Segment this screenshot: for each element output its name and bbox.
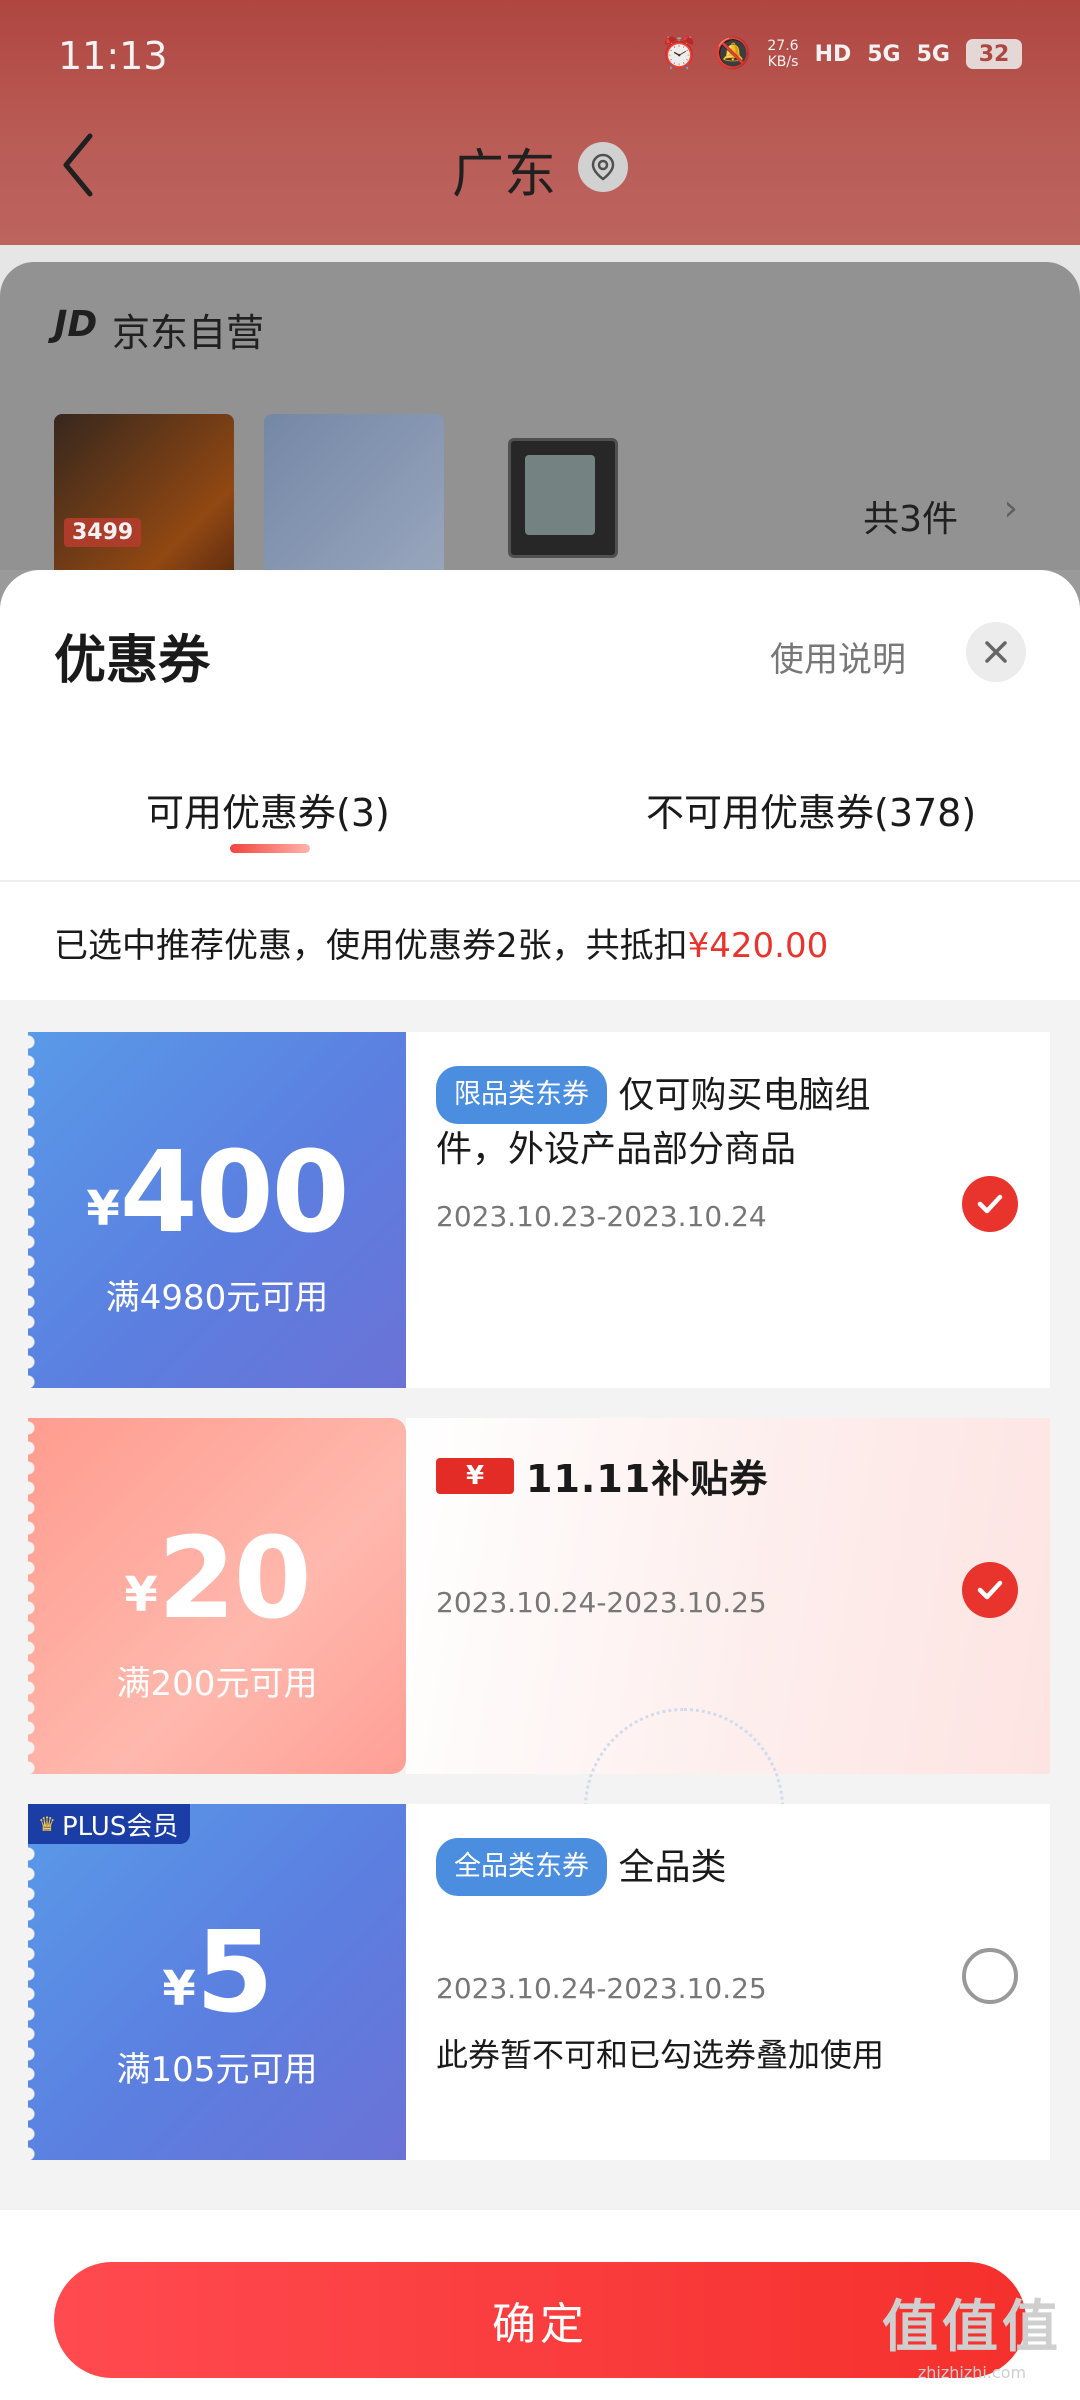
amount-value: 5 xyxy=(195,1908,274,2038)
chevron-right-icon[interactable]: › xyxy=(1004,488,1018,529)
watermark-url: zhizhizhi.com xyxy=(917,2363,1027,2382)
currency-symbol: ¥ xyxy=(124,1567,158,1623)
coupon-checkbox-checked[interactable] xyxy=(962,1562,1018,1618)
tab-indicator xyxy=(230,844,310,853)
background-page: 11:13 ⏰ 🔕 27.6 KB/s HD 5G 5G 32 广东 JD 京东… xyxy=(0,0,1080,640)
sheet-title: 优惠券 xyxy=(54,631,211,691)
coupon-description: 限品类东券 仅可购买电脑组件，外设产品部分商品 xyxy=(436,1066,936,1176)
alarm-icon: ⏰ xyxy=(660,36,699,71)
discount-summary: 已选中推荐优惠，使用优惠券2张，共抵扣¥420.00 xyxy=(54,918,828,967)
coupon-amount: ¥5 xyxy=(28,1908,406,2038)
coupon-checkbox-checked[interactable] xyxy=(962,1176,1018,1232)
pin-glyph xyxy=(591,153,615,181)
network-speed: 27.6 KB/s xyxy=(767,38,798,70)
jd-logo: JD xyxy=(54,304,98,345)
plus-badge-label: PLUS会员 xyxy=(61,1811,179,1842)
coupon-tag: 限品类东券 xyxy=(436,1066,607,1124)
pc-case-image xyxy=(508,438,618,558)
coupon-value-panel: ¥400 满4980元可用 xyxy=(28,1032,406,1388)
status-bar: 11:13 ⏰ 🔕 27.6 KB/s HD 5G 5G 32 xyxy=(0,30,1080,86)
coupon-date: 2023.10.24-2023.10.25 xyxy=(436,1972,767,2005)
product-thumb-cpu[interactable]: 3499 xyxy=(54,414,234,594)
location-title[interactable]: 广东 xyxy=(452,132,556,207)
coupon-card[interactable]: ¥5 满105元可用 ♛ PLUS会员 全品类东券 全品类 2023.10.24… xyxy=(28,1804,1050,2160)
coupon-note: 此券暂不可和已勾选券叠加使用 xyxy=(436,2036,885,2074)
shop-name: 京东自营 xyxy=(112,311,265,355)
usage-help-link[interactable]: 使用说明 xyxy=(770,632,906,681)
coupon-card[interactable]: ¥400 满4980元可用 限品类东券 仅可购买电脑组件，外设产品部分商品 20… xyxy=(28,1032,1050,1388)
sheet-header: 优惠券 使用说明 可用优惠券(3) 不可用优惠券(378) 已选中推荐优惠，使用… xyxy=(0,570,1080,1000)
signal-1: 5G xyxy=(867,41,901,67)
coupon-card[interactable]: ¥ 11.11补贴券 2023.10.24-2023.10.25 ¥20 满20… xyxy=(28,1418,1050,1908)
plus-member-badge: ♛ PLUS会员 xyxy=(28,1804,191,1844)
network-speed-unit: KB/s xyxy=(767,54,799,70)
coupon-condition: 满105元可用 xyxy=(116,2050,318,2090)
coupon-tag: 全品类东券 xyxy=(436,1838,607,1896)
sheet-footer: 确定 值值值 zhizhizhi.com xyxy=(0,2210,1080,2400)
coupon-info-panel: 全品类东券 全品类 2023.10.24-2023.10.25 此券暂不可和已勾… xyxy=(406,1804,1050,2160)
coupon-condition: 满200元可用 xyxy=(116,1664,318,1704)
subsidy-label: 11.11补贴券 xyxy=(526,1457,769,1501)
product-thumb-pc[interactable] xyxy=(474,414,654,594)
hd-label: HD xyxy=(814,41,852,67)
coupon-description: 全品类东券 全品类 xyxy=(436,1838,936,1896)
coupon-amount: ¥20 xyxy=(28,1514,406,1644)
coupon-value-panel: ¥20 满200元可用 xyxy=(28,1418,406,1774)
currency-symbol: ¥ xyxy=(162,1961,196,2017)
watermark: 值值值 zhizhizhi.com xyxy=(882,2282,1062,2382)
coupon-amount: ¥400 xyxy=(28,1128,406,1258)
watermark-logo: 值值值 xyxy=(882,2295,1062,2360)
summary-text: 已选中推荐优惠，使用优惠券2张，共抵扣 xyxy=(54,926,688,966)
back-icon[interactable] xyxy=(58,130,98,200)
location-icon[interactable] xyxy=(578,142,628,192)
amount-value: 400 xyxy=(119,1128,350,1258)
subsidy-badge: ¥ 11.11补贴券 xyxy=(436,1448,768,1503)
divider xyxy=(0,880,1080,882)
battery-indicator: 32 xyxy=(966,39,1022,69)
close-button[interactable] xyxy=(966,622,1026,682)
coupon-date: 2023.10.23-2023.10.24 xyxy=(436,1200,767,1233)
coupon-condition: 满4980元可用 xyxy=(105,1278,329,1318)
check-icon xyxy=(977,1194,1003,1214)
amount-value: 20 xyxy=(157,1514,312,1644)
coupon-value-panel: ¥5 满105元可用 xyxy=(28,1804,406,2160)
coupon-info-panel: 限品类东券 仅可购买电脑组件，外设产品部分商品 2023.10.23-2023.… xyxy=(406,1032,1050,1388)
item-count[interactable]: 共3件 xyxy=(863,490,958,542)
page-header: 11:13 ⏰ 🔕 27.6 KB/s HD 5G 5G 32 广东 xyxy=(0,0,1080,245)
coupon-date: 2023.10.24-2023.10.25 xyxy=(436,1586,767,1619)
status-time: 11:13 xyxy=(58,34,168,78)
check-icon xyxy=(977,1580,1003,1600)
coupon-checkbox-unchecked[interactable] xyxy=(962,1948,1018,2004)
thumb-price: 3499 xyxy=(64,518,142,547)
close-icon xyxy=(985,641,1007,663)
yen-ticket-icon: ¥ xyxy=(436,1457,514,1494)
signal-2: 5G xyxy=(916,41,950,67)
confirm-button[interactable]: 确定 xyxy=(54,2262,1026,2378)
product-thumb-ram[interactable] xyxy=(264,414,444,594)
coupon-sheet: 优惠券 使用说明 可用优惠券(3) 不可用优惠券(378) 已选中推荐优惠，使用… xyxy=(0,570,1080,2400)
tab-unavailable[interactable]: 不可用优惠券(378) xyxy=(646,782,976,837)
mute-icon: 🔕 xyxy=(714,36,752,71)
crown-icon: ♛ xyxy=(38,1812,56,1836)
coupon-info-panel: ¥ 11.11补贴券 2023.10.24-2023.10.25 xyxy=(406,1418,1050,1908)
network-speed-value: 27.6 xyxy=(767,38,799,54)
summary-amount: ¥420.00 xyxy=(687,926,829,966)
status-icons: ⏰ 🔕 27.6 KB/s HD 5G 5G 32 xyxy=(661,38,1022,70)
tab-available[interactable]: 可用优惠券(3) xyxy=(146,782,390,837)
coupon-description-text: 全品类 xyxy=(618,1847,727,1888)
currency-symbol: ¥ xyxy=(86,1181,120,1237)
